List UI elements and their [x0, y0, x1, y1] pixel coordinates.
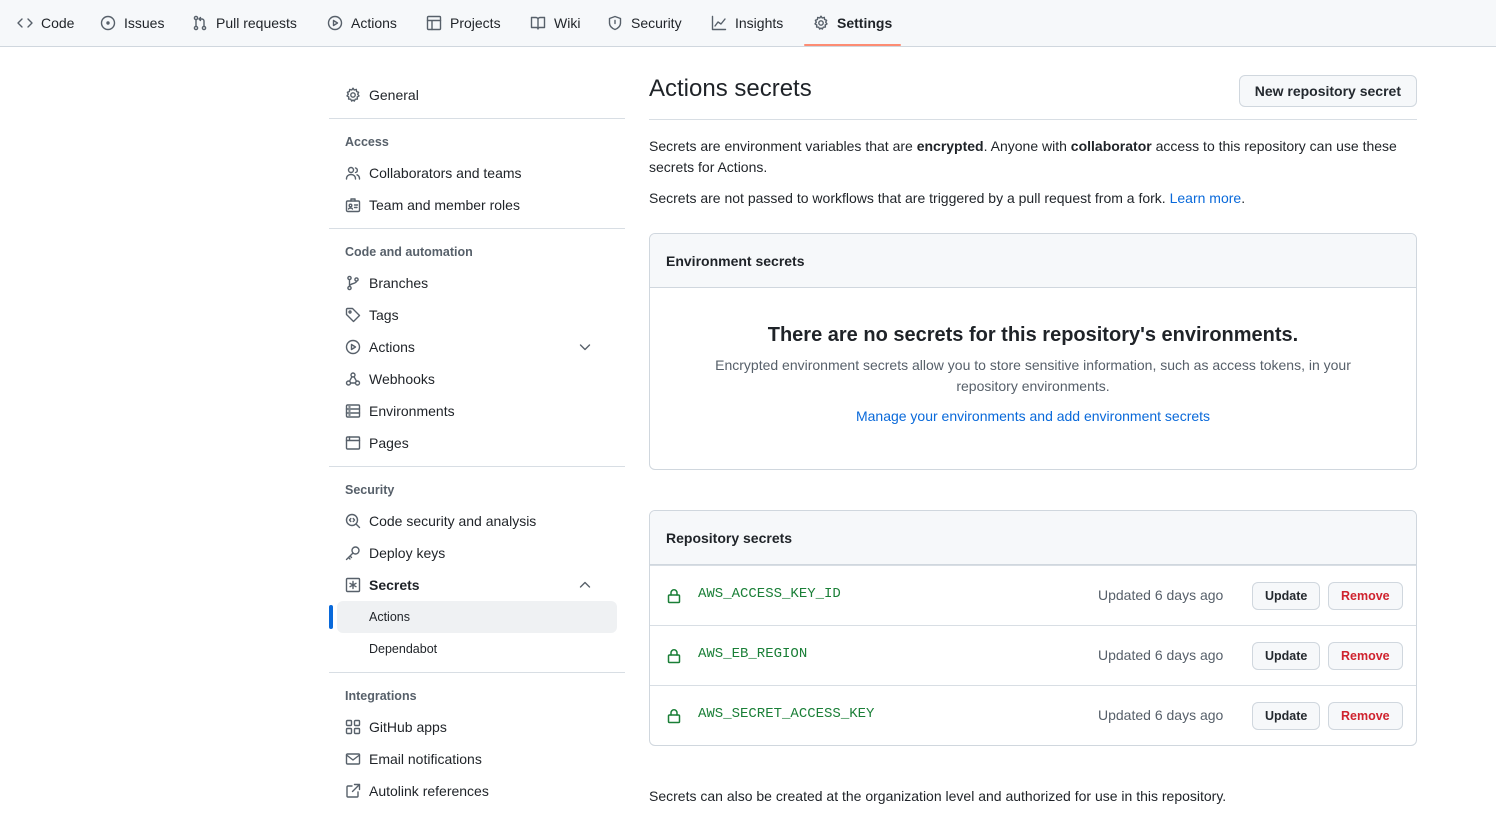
tab-settings[interactable]: Settings — [813, 0, 892, 46]
lock-icon — [667, 649, 681, 664]
table-row: AWS_EB_REGION Updated 6 days ago Update … — [650, 625, 1416, 685]
play-icon — [327, 15, 343, 31]
lock-icon — [667, 709, 681, 724]
link-external-icon — [346, 783, 361, 798]
blankslate-description: Encrypted environment secrets allow you … — [715, 357, 1351, 394]
table-row: AWS_ACCESS_KEY_ID Updated 6 days ago Upd… — [650, 565, 1416, 625]
sidebar-heading-integrations: Integrations — [345, 689, 417, 703]
tab-code[interactable]: Code — [17, 0, 74, 46]
sidebar-item-collaborators[interactable]: Collaborators and teams — [345, 157, 609, 189]
branch-icon — [347, 275, 359, 291]
secret-name: AWS_EB_REGION — [698, 646, 808, 662]
id-badge-icon — [345, 198, 361, 213]
sidebar-divider — [329, 118, 625, 119]
organization-note: Secrets can also be created at the organ… — [649, 788, 1227, 804]
secret-name: AWS_SECRET_ACCESS_KEY — [698, 706, 875, 722]
tab-projects[interactable]: Projects — [426, 0, 501, 46]
sidebar-item-webhooks[interactable]: Webhooks — [345, 363, 609, 395]
chevron-up-icon[interactable] — [577, 577, 593, 593]
asterisk-box-icon — [345, 577, 361, 593]
page-title: Actions secrets — [649, 75, 812, 102]
sidebar-item-deploy-keys[interactable]: Deploy keys — [345, 537, 609, 569]
sidebar-item-secrets[interactable]: Secrets — [345, 569, 609, 601]
tab-pull-requests[interactable]: Pull requests — [192, 0, 297, 46]
graph-icon — [711, 15, 727, 31]
server-icon — [345, 404, 361, 418]
sidebar-subitem-actions[interactable]: Actions — [337, 601, 617, 633]
environment-secrets-heading: Environment secrets — [650, 234, 1416, 288]
secret-updated-time: Updated 6 days ago — [1098, 707, 1224, 723]
tab-wiki[interactable]: Wiki — [530, 0, 580, 46]
code-icon — [17, 18, 33, 28]
lock-icon — [667, 589, 681, 604]
sidebar-item-actions[interactable]: Actions — [345, 331, 609, 363]
apps-icon — [345, 719, 361, 735]
sidebar-heading-security: Security — [345, 483, 395, 497]
mail-icon — [345, 753, 361, 765]
chevron-down-icon[interactable] — [577, 339, 593, 355]
fork-note: Secrets are not passed to workflows that… — [649, 190, 1246, 206]
sidebar-heading-code-automation: Code and automation — [345, 245, 473, 259]
key-icon — [345, 546, 360, 561]
sidebar-heading-access: Access — [345, 135, 389, 149]
new-repository-secret-button[interactable]: New repository secret — [1238, 75, 1417, 107]
remove-secret-button[interactable]: Remove — [1328, 702, 1403, 730]
sidebar-item-tags[interactable]: Tags — [345, 299, 609, 331]
tab-security[interactable]: Security — [607, 0, 682, 46]
remove-secret-button[interactable]: Remove — [1328, 582, 1403, 610]
repository-secrets-box: Repository secrets AWS_ACCESS_KEY_ID Upd… — [649, 510, 1417, 746]
active-item-marker — [329, 605, 333, 629]
sidebar-item-email-notifications[interactable]: Email notifications — [345, 743, 609, 775]
sidebar-item-branches[interactable]: Branches — [345, 267, 609, 299]
secret-updated-time: Updated 6 days ago — [1098, 647, 1224, 663]
secret-updated-time: Updated 6 days ago — [1098, 587, 1224, 603]
update-secret-button[interactable]: Update — [1252, 642, 1321, 670]
issue-icon — [100, 15, 116, 31]
remove-secret-button[interactable]: Remove — [1328, 642, 1403, 670]
sidebar-item-team-roles[interactable]: Team and member roles — [345, 189, 609, 221]
sidebar-item-github-apps[interactable]: GitHub apps — [345, 711, 609, 743]
gear-icon — [814, 15, 828, 30]
sidebar-item-code-security[interactable]: Code security and analysis — [345, 505, 609, 537]
table-icon — [426, 15, 442, 31]
tab-actions[interactable]: Actions — [327, 0, 397, 46]
repo-nav: Code Issues Pull requests Actions Projec… — [0, 0, 1496, 47]
tab-issues[interactable]: Issues — [100, 0, 164, 46]
secrets-description: Secrets are environment variables that a… — [649, 138, 1397, 175]
people-icon — [345, 166, 361, 180]
blankslate-title: There are no secrets for this repository… — [767, 324, 1299, 346]
browser-icon — [345, 436, 361, 450]
sidebar-item-pages[interactable]: Pages — [345, 427, 609, 459]
tab-insights[interactable]: Insights — [711, 0, 783, 46]
table-row: AWS_SECRET_ACCESS_KEY Updated 6 days ago… — [650, 685, 1416, 745]
active-tab-indicator — [804, 44, 901, 46]
book-icon — [530, 16, 546, 30]
sidebar-subitem-dependabot[interactable]: Dependabot — [337, 633, 617, 665]
tag-icon — [345, 307, 361, 323]
pull-request-icon — [193, 15, 207, 31]
repository-secrets-heading: Repository secrets — [650, 511, 1416, 565]
sidebar-divider — [329, 228, 625, 229]
sidebar-divider — [329, 466, 625, 467]
secret-name: AWS_ACCESS_KEY_ID — [698, 586, 841, 602]
gear-icon — [346, 87, 360, 102]
title-divider — [649, 119, 1417, 120]
shield-icon — [608, 15, 622, 31]
codescan-icon — [345, 513, 361, 529]
environment-secrets-box: Environment secrets There are no secrets… — [649, 233, 1417, 470]
sidebar-item-environments[interactable]: Environments — [345, 395, 609, 427]
webhook-icon — [345, 372, 361, 386]
learn-more-link[interactable]: Learn more — [1170, 190, 1242, 206]
manage-environments-link[interactable]: Manage your environments and add environ… — [650, 408, 1416, 424]
sidebar-item-general[interactable]: General — [345, 79, 609, 111]
sidebar-item-autolink-references[interactable]: Autolink references — [345, 775, 609, 807]
update-secret-button[interactable]: Update — [1252, 582, 1321, 610]
update-secret-button[interactable]: Update — [1252, 702, 1321, 730]
play-icon — [345, 339, 361, 355]
sidebar-divider — [329, 672, 625, 673]
